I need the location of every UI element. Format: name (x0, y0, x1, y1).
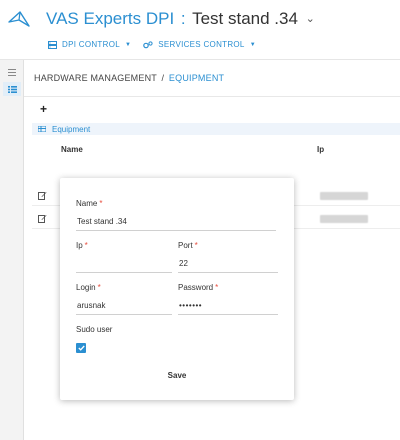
equipment-panel-header: Equipment (32, 123, 400, 135)
row-ip-value (320, 192, 368, 200)
side-rail (0, 60, 24, 440)
edit-equipment-modal: Name* Ip* Port* Login* Password* Sudo us… (60, 178, 294, 400)
panel-title: Equipment (52, 124, 91, 134)
ip-field: Ip * (76, 240, 172, 273)
equipment-list-button[interactable] (3, 82, 21, 96)
edit-icon (37, 214, 46, 223)
breadcrumb-current: EQUIPMENT (168, 73, 225, 83)
chevron-down-icon: ⌄ (305, 13, 315, 25)
password-field: Password * (178, 282, 278, 315)
edit-icon (37, 191, 46, 200)
nav-services-control-label: SERVICES CONTROL (158, 40, 245, 49)
product-name: VAS Experts DPI (46, 9, 175, 28)
edit-row-button[interactable] (36, 189, 48, 201)
nav-dpi-control-label: DPI CONTROL (62, 40, 120, 49)
edit-row-button[interactable] (36, 212, 48, 224)
ip-input[interactable] (76, 255, 172, 273)
stand-name: Test stand .34 (192, 9, 298, 28)
nav-services-control[interactable]: SERVICES CONTROL ▼ (143, 40, 256, 49)
breadcrumb-separator: / (161, 73, 165, 83)
ip-label: Ip * (76, 241, 88, 250)
login-label: Login * (76, 283, 101, 292)
check-icon (77, 345, 85, 351)
password-input[interactable] (178, 297, 278, 315)
login-input[interactable] (76, 297, 172, 315)
port-input[interactable] (178, 255, 278, 273)
app-header: VAS Experts DPI : Test stand .34 ⌄ DPI C… (0, 0, 400, 60)
menu-icon (8, 68, 16, 76)
list-icon (38, 126, 46, 132)
app-title[interactable]: VAS Experts DPI : Test stand .34 ⌄ (46, 9, 315, 29)
divider (24, 96, 400, 97)
list-icon (7, 85, 17, 93)
breadcrumb-section[interactable]: HARDWARE MANAGEMENT (34, 73, 157, 83)
name-input[interactable] (76, 213, 276, 231)
gears-icon (143, 40, 153, 48)
port-field: Port * (178, 240, 278, 273)
top-nav: DPI CONTROL ▼ SERVICES CONTROL ▼ (48, 40, 256, 49)
column-header-ip[interactable]: Ip (317, 145, 324, 154)
server-icon (48, 40, 57, 49)
row-ip-value (320, 215, 368, 223)
sudo-label: Sudo user (76, 325, 113, 334)
breadcrumb: HARDWARE MANAGEMENT / EQUIPMENT (34, 73, 224, 83)
vas-logo-icon[interactable] (8, 10, 30, 28)
password-label: Password * (178, 283, 219, 292)
caret-down-icon: ▼ (124, 41, 132, 48)
add-equipment-button[interactable]: + (40, 103, 47, 115)
name-field: Name * (76, 198, 276, 231)
caret-down-icon: ▼ (249, 41, 256, 48)
sudo-field: Sudo user (76, 324, 176, 353)
column-header-name[interactable]: Name (61, 145, 83, 154)
sudo-checkbox[interactable] (76, 343, 86, 353)
name-label: Name * (76, 199, 103, 208)
login-field: Login * (76, 282, 172, 315)
save-button[interactable]: Save (156, 368, 198, 382)
title-separator: : (180, 9, 186, 28)
nav-dpi-control[interactable]: DPI CONTROL ▼ (48, 40, 131, 49)
port-label: Port * (178, 241, 198, 250)
menu-toggle-button[interactable] (3, 65, 21, 79)
